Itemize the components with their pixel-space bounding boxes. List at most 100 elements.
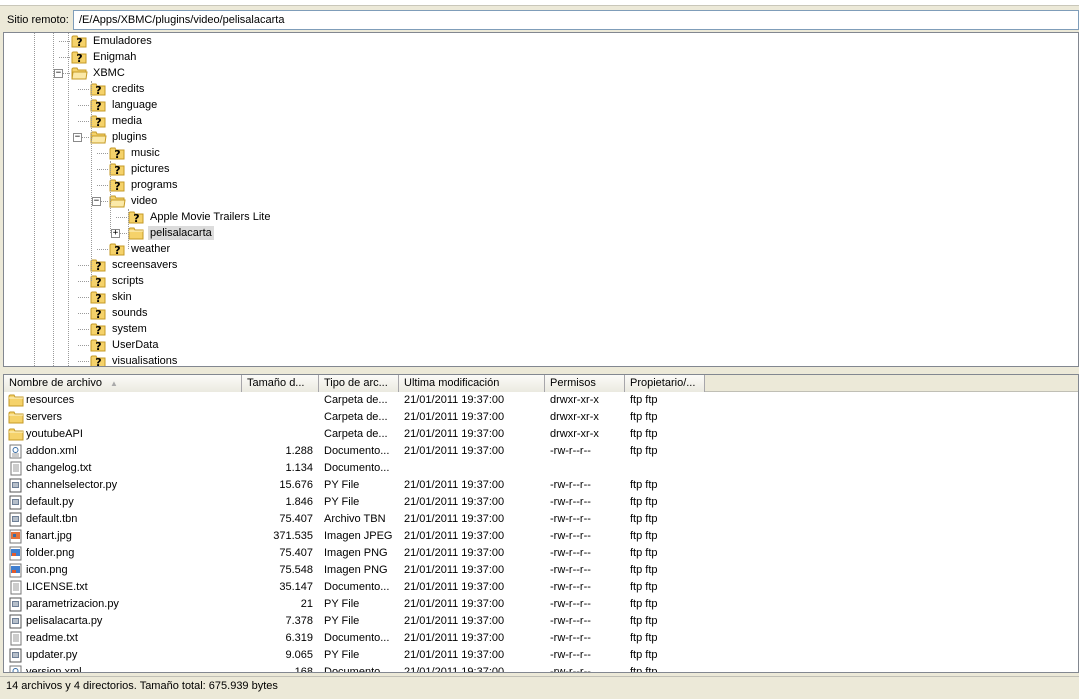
tree-node[interactable]: ? screensavers	[90, 257, 179, 273]
file-row[interactable]: default.py 1.846 PY File 21/01/2011 19:37:0…	[4, 494, 1078, 511]
column-header-perms[interactable]: Permisos	[545, 375, 625, 392]
file-name-cell: youtubeAPI	[4, 426, 242, 443]
tree-node[interactable]: ? UserData	[90, 337, 160, 353]
tree-connector	[97, 249, 108, 250]
column-header-modified[interactable]: Ultima modificación	[399, 375, 545, 392]
file-row[interactable]: default.tbn 75.407 Archivo TBN 21/01/2011 1…	[4, 511, 1078, 528]
tree-node[interactable]: XBMC	[71, 65, 127, 81]
svg-text:?: ?	[95, 100, 101, 112]
tree-node[interactable]: ? system	[90, 321, 149, 337]
file-name-cell: changelog.txt	[4, 460, 242, 477]
column-header-name[interactable]: Nombre de archivo ▲	[4, 375, 242, 392]
status-bar: 14 archivos y 4 directorios. Tamaño tota…	[0, 676, 1079, 695]
file-modified-cell: 21/01/2011 19:37:00	[404, 411, 505, 423]
file-name-cell: readme.txt	[4, 630, 242, 647]
png-image-icon	[8, 546, 24, 561]
collapse-icon[interactable]: −	[92, 197, 101, 206]
remote-site-bar: Sitio remoto: /E/Apps/XBMC/plugins/video…	[0, 7, 1079, 32]
file-type-cell: PY File	[324, 615, 360, 627]
column-header-size[interactable]: Tamaño d...	[242, 375, 319, 392]
remote-file-list[interactable]: Nombre de archivo ▲ Tamaño d... Tipo de arc…	[3, 374, 1079, 673]
tree-node[interactable]: ? Apple Movie Trailers Lite	[128, 209, 272, 225]
column-header-type[interactable]: Tipo de arc...	[319, 375, 399, 392]
file-row[interactable]: channelselector.py 15.676 PY File 21/01/201…	[4, 477, 1078, 494]
tree-node-label: screensavers	[112, 259, 178, 271]
file-size-cell: 371.535	[273, 530, 313, 542]
tree-node-label: UserData	[112, 339, 159, 351]
tree-connector	[97, 169, 108, 170]
file-row[interactable]: addon.xml 1.288 Documento... 21/01/2011 19:…	[4, 443, 1078, 460]
unknown-folder-icon: ?	[71, 34, 88, 49]
file-row[interactable]: youtubeAPI Carpeta de... 21/01/2011 19:37:…	[4, 426, 1078, 443]
file-modified-cell: 21/01/2011 19:37:00	[404, 649, 505, 661]
column-header-owner[interactable]: Propietario/...	[625, 375, 705, 392]
file-size-cell: 1.134	[285, 462, 313, 474]
tree-node[interactable]: pelisalacarta	[128, 225, 214, 241]
file-owner-cell: ftp ftp	[630, 581, 658, 593]
tree-connector	[97, 185, 108, 186]
tree-node[interactable]: video	[109, 193, 159, 209]
tree-node-label: pictures	[131, 163, 170, 175]
py-file-icon	[8, 478, 24, 493]
file-row[interactable]: updater.py 9.065 PY File 21/01/2011 19:37:0…	[4, 647, 1078, 664]
file-perms-cell: -rw-r--r--	[550, 530, 591, 542]
folder-icon	[8, 427, 24, 442]
tree-node[interactable]: ? skin	[90, 289, 134, 305]
file-type-cell: Carpeta de...	[324, 428, 388, 440]
file-type-cell: PY File	[324, 649, 360, 661]
tree-node[interactable]: ? scripts	[90, 273, 146, 289]
collapse-icon[interactable]: −	[54, 69, 63, 78]
file-row[interactable]: icon.png 75.548 Imagen PNG 21/01/2011 19:37…	[4, 562, 1078, 579]
tree-node[interactable]: plugins	[90, 129, 149, 145]
file-row[interactable]: LICENSE.txt 35.147 Documento... 21/01/2011 …	[4, 579, 1078, 596]
file-row[interactable]: folder.png 75.407 Imagen PNG 21/01/2011 19:…	[4, 545, 1078, 562]
tree-node[interactable]: ? visualisations	[90, 353, 179, 366]
unknown-folder-icon: ?	[128, 210, 145, 225]
tree-node[interactable]: ? pictures	[109, 161, 172, 177]
remote-path-input[interactable]: /E/Apps/XBMC/plugins/video/pelisalacarta	[73, 10, 1079, 30]
file-row[interactable]: servers Carpeta de... 21/01/2011 19:37:00 d…	[4, 409, 1078, 426]
file-modified-cell: 21/01/2011 19:37:00	[404, 632, 505, 644]
svg-text:?: ?	[114, 244, 120, 256]
tree-node[interactable]: ? programs	[109, 177, 179, 193]
py-file-icon	[8, 648, 24, 663]
collapse-icon[interactable]: −	[73, 133, 82, 142]
jpeg-image-icon	[8, 529, 24, 544]
file-row[interactable]: readme.txt 6.319 Documento... 21/01/2011 19…	[4, 630, 1078, 647]
unknown-folder-icon: ?	[90, 290, 107, 305]
pane-splitter[interactable]	[0, 367, 1079, 374]
file-row[interactable]: resources Carpeta de... 21/01/2011 19:37:0…	[4, 392, 1078, 409]
tree-node[interactable]: ? Enigmah	[71, 49, 138, 65]
tree-node[interactable]: ? language	[90, 97, 159, 113]
file-row[interactable]: changelog.txt 1.134 Documento...	[4, 460, 1078, 477]
expand-icon[interactable]: +	[111, 229, 120, 238]
file-name: youtubeAPI	[26, 428, 83, 440]
file-owner-cell: ftp ftp	[630, 649, 658, 661]
file-type-cell: Documento...	[324, 632, 390, 644]
open-folder-icon	[109, 194, 126, 208]
file-row[interactable]: version.xml 168 Documento... 21/01/2011 19:…	[4, 664, 1078, 672]
file-name-cell: default.tbn	[4, 511, 242, 528]
file-size-cell: 75.548	[279, 564, 313, 576]
file-name: fanart.jpg	[26, 530, 72, 542]
tree-node[interactable]: ? Emuladores	[71, 33, 154, 49]
file-modified-cell: 21/01/2011 19:37:00	[404, 615, 505, 627]
tree-connector	[78, 297, 89, 298]
tree-node[interactable]: ? media	[90, 113, 144, 129]
file-row[interactable]: fanart.jpg 371.535 Imagen JPEG 21/01/2011 1…	[4, 528, 1078, 545]
remote-directory-tree[interactable]: ? Emuladores? Enigmah − XBMC? credits? languag…	[3, 32, 1079, 367]
svg-text:?: ?	[95, 308, 101, 320]
tree-node[interactable]: ? weather	[109, 241, 172, 257]
file-owner-cell: ftp ftp	[630, 411, 658, 423]
tree-node[interactable]: ? credits	[90, 81, 146, 97]
file-row[interactable]: parametrizacion.py 21 PY File 21/01/2011 19…	[4, 596, 1078, 613]
tree-node[interactable]: ? sounds	[90, 305, 149, 321]
tree-guide-line	[128, 209, 129, 249]
file-row[interactable]: pelisalacarta.py 7.378 PY File 21/01/2011 1…	[4, 613, 1078, 630]
tree-node[interactable]: ? music	[109, 145, 162, 161]
svg-text:?: ?	[95, 324, 101, 336]
file-modified-cell: 21/01/2011 19:37:00	[404, 445, 505, 457]
file-modified-cell: 21/01/2011 19:37:00	[404, 513, 505, 525]
file-name: LICENSE.txt	[26, 581, 88, 593]
file-modified-cell: 21/01/2011 19:37:00	[404, 598, 505, 610]
